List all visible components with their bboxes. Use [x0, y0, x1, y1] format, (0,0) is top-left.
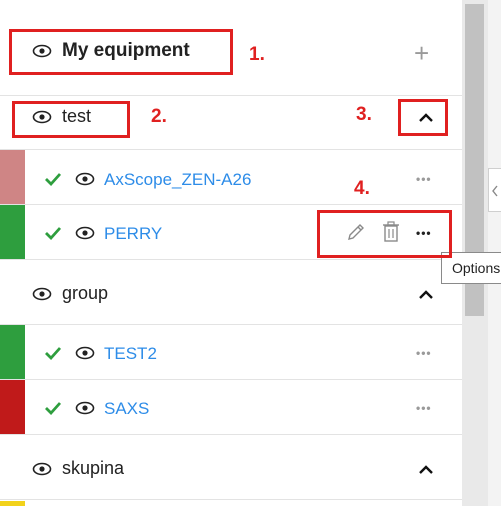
group-name: skupina	[62, 458, 125, 478]
chevron-up-icon[interactable]	[418, 290, 434, 300]
equipment-item[interactable]: SAXS •••	[0, 380, 462, 435]
eye-icon[interactable]	[32, 287, 52, 301]
annotation-box-4	[317, 210, 452, 258]
eye-icon[interactable]	[75, 172, 95, 186]
group-header-group[interactable]: group	[0, 260, 462, 325]
group-header-skupina[interactable]: skupina	[0, 435, 462, 500]
status-stripe	[0, 501, 25, 506]
annotation-label-1: 1.	[249, 44, 265, 65]
eye-icon[interactable]	[75, 346, 95, 360]
plus-icon[interactable]: +	[414, 38, 429, 69]
check-icon	[45, 347, 62, 360]
group-name: group	[62, 283, 109, 303]
more-options-icon[interactable]: •••	[416, 173, 432, 185]
annotation-label-3: 3.	[356, 104, 372, 125]
equipment-name-link[interactable]: SAXS	[104, 399, 149, 419]
equipment-name-link[interactable]: AxScope_ZEN-A26	[104, 170, 251, 190]
annotation-label-2: 2.	[151, 106, 167, 127]
eye-icon[interactable]	[75, 401, 95, 415]
check-icon	[45, 227, 62, 240]
equipment-name-link[interactable]: TEST2	[104, 344, 157, 364]
status-stripe	[0, 380, 25, 434]
collapse-panel-tab[interactable]	[488, 168, 501, 212]
status-stripe	[0, 325, 25, 379]
more-options-icon[interactable]: •••	[416, 402, 432, 414]
status-stripe	[0, 150, 25, 204]
equipment-item[interactable]: AxScope_ZEN-A26 •••	[0, 150, 462, 205]
eye-icon[interactable]	[75, 226, 95, 240]
chevron-left-icon	[492, 185, 498, 197]
annotation-label-4: 4.	[354, 178, 370, 199]
check-icon	[45, 173, 62, 186]
annotation-box-2	[12, 101, 130, 138]
equipment-name-link[interactable]: PERRY	[104, 224, 162, 244]
eye-icon[interactable]	[32, 462, 52, 476]
chevron-up-icon[interactable]	[418, 465, 434, 475]
status-stripe	[0, 205, 25, 259]
equipment-item[interactable]: TEST2 •••	[0, 325, 462, 380]
annotation-box-1	[9, 29, 233, 75]
more-options-icon[interactable]: •••	[416, 347, 432, 359]
check-icon	[45, 402, 62, 415]
annotation-box-3	[398, 99, 448, 136]
